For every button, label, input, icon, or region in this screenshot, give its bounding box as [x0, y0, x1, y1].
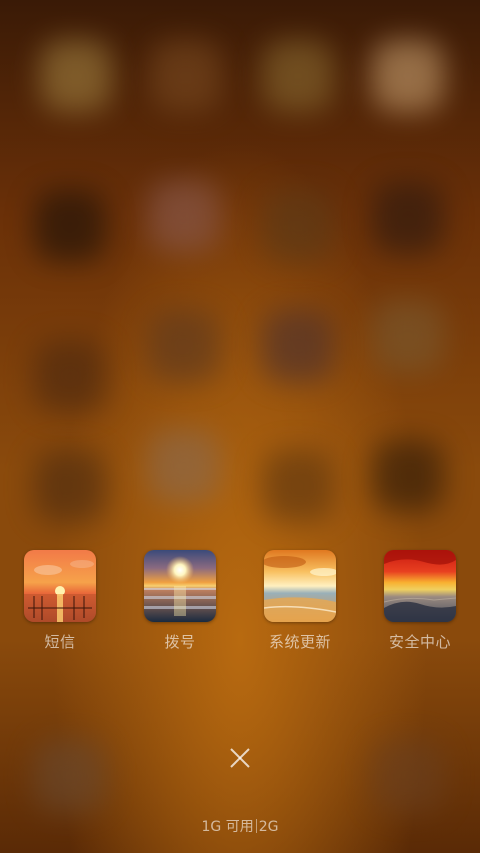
close-icon [230, 748, 250, 768]
app-label: 系统更新 [268, 633, 331, 651]
blurred-app-icon [34, 740, 106, 812]
clear-all-button[interactable] [220, 738, 260, 778]
recent-app-dialer[interactable]: 拨号 [130, 550, 230, 652]
app-label: 拨号 [164, 633, 196, 651]
memory-available: 1G 可用 [201, 819, 254, 835]
blurred-app-icon [262, 310, 334, 382]
beach-sunset-thumbnail[interactable] [264, 550, 336, 622]
memory-divider [255, 819, 257, 833]
recent-app-security-center[interactable]: 安全中心 [370, 550, 470, 652]
blurred-app-icon [372, 182, 444, 254]
blurred-app-icon [34, 340, 106, 412]
blurred-app-icon [262, 190, 334, 262]
sunset-lake-thumbnail[interactable] [24, 550, 96, 622]
blurred-app-icon [372, 40, 444, 112]
blurred-app-icon [150, 40, 222, 112]
blurred-app-icon [372, 440, 444, 512]
memory-total: 2G [258, 819, 279, 835]
blurred-app-icon [372, 300, 444, 372]
app-label: 短信 [44, 633, 76, 651]
red-sky-sunset-thumbnail[interactable] [384, 550, 456, 622]
recent-app-system-update[interactable]: 系统更新 [250, 550, 350, 652]
blurred-app-icon [34, 450, 106, 522]
recent-app-messages[interactable]: 短信 [10, 550, 110, 652]
blurred-app-icon [148, 180, 220, 252]
blurred-app-icon [262, 450, 334, 522]
app-label: 安全中心 [388, 633, 451, 651]
blurred-wallpaper-background [0, 0, 480, 853]
blurred-app-icon [148, 310, 220, 382]
ocean-sunrise-thumbnail[interactable] [144, 550, 216, 622]
blurred-app-icon [34, 190, 106, 262]
blurred-app-icon [372, 740, 444, 812]
memory-status: 1G 可用 2G [0, 816, 480, 836]
blurred-app-icon [262, 40, 334, 112]
blurred-app-icon [40, 40, 112, 112]
blurred-app-icon [148, 430, 220, 502]
